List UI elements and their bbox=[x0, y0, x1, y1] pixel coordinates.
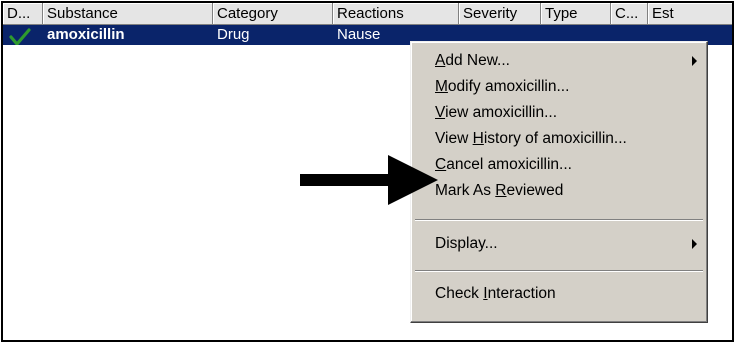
menu-separator bbox=[415, 270, 703, 272]
column-header-category[interactable]: Category bbox=[213, 3, 333, 25]
category-cell: Drug bbox=[217, 26, 250, 43]
status-cell bbox=[3, 25, 43, 45]
column-header-c[interactable]: C... bbox=[611, 3, 648, 25]
column-header-substance[interactable]: Substance bbox=[43, 3, 213, 25]
menu-item-display[interactable]: Display... bbox=[435, 232, 498, 256]
context-menu: Add New... Modify amoxicillin... View am… bbox=[410, 41, 708, 323]
menu-item-view-history[interactable]: View History of amoxicillin... bbox=[435, 127, 627, 151]
submenu-arrow-icon bbox=[692, 239, 697, 249]
column-header-row: D... Substance Category Reactions Severi… bbox=[3, 3, 732, 25]
menu-item-view[interactable]: View amoxicillin... bbox=[435, 101, 557, 125]
submenu-arrow-icon bbox=[692, 56, 697, 66]
checkmark-icon bbox=[9, 28, 31, 45]
column-header-est[interactable]: Est bbox=[648, 3, 732, 25]
menu-item-cancel[interactable]: Cancel amoxicillin... bbox=[435, 153, 572, 177]
menu-item-modify[interactable]: Modify amoxicillin... bbox=[435, 75, 569, 99]
column-header-reactions[interactable]: Reactions bbox=[333, 3, 459, 25]
substance-cell: amoxicillin bbox=[47, 26, 125, 43]
pointer-arrow-icon bbox=[300, 155, 438, 205]
column-header-d[interactable]: D... bbox=[3, 3, 43, 25]
menu-item-add-new[interactable]: Add New... bbox=[435, 49, 510, 73]
column-header-severity[interactable]: Severity bbox=[459, 3, 541, 25]
menu-separator bbox=[415, 219, 703, 221]
menu-item-check-interaction[interactable]: Check Interaction bbox=[435, 282, 556, 306]
column-header-type[interactable]: Type bbox=[541, 3, 611, 25]
menu-item-mark-reviewed[interactable]: Mark As Reviewed bbox=[435, 179, 563, 203]
